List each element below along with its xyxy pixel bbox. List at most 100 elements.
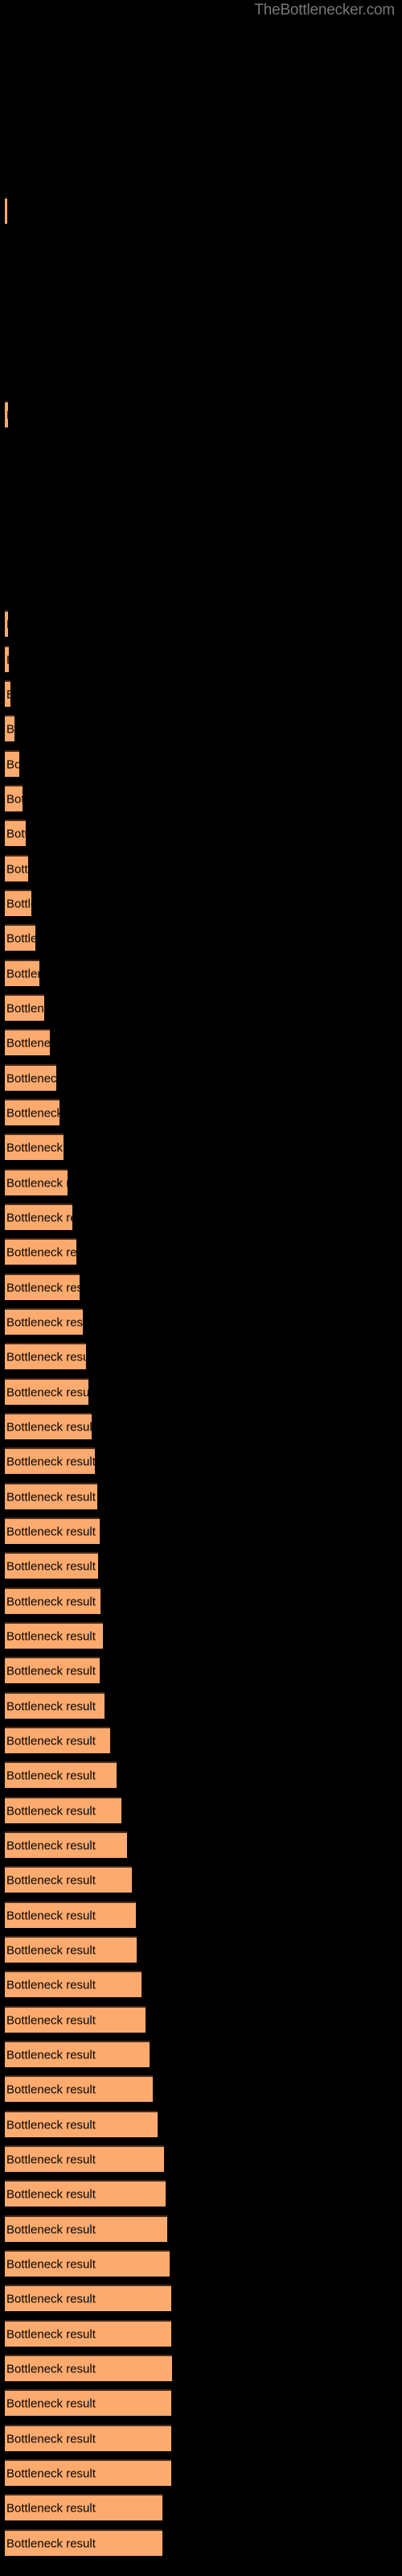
bar: Bottleneck result [5, 2285, 171, 2311]
bar: Bottleneck result [5, 785, 23, 811]
bar-label: Bottleneck result [6, 2013, 96, 2027]
bar-label: Bottleneck result [6, 1804, 96, 1818]
bar: Bottleneck result [5, 2425, 171, 2451]
bar-label: Bottleneck result [6, 1455, 95, 1468]
bar: Bottleneck result [5, 1657, 100, 1683]
bar-label: Bottleneck result [6, 1873, 96, 1887]
bar-label: Bottleneck result [6, 2467, 96, 2480]
bar: Bottleneck result [5, 2320, 171, 2347]
bar-label: Bottleneck result [6, 1769, 96, 1782]
bar: Bottleneck result [5, 715, 14, 741]
bar: Bottleneck result [5, 680, 10, 707]
bar-label: Bottleneck result [6, 1385, 88, 1399]
bar: Bottleneck result [5, 1901, 136, 1928]
bar-label: Bottleneck result [6, 1141, 64, 1154]
bar-label: Bottleneck result [6, 653, 9, 667]
bar-label: Bottleneck result [6, 2501, 96, 2515]
bar-label: Bottleneck result [6, 1315, 83, 1329]
bar-label: Bottleneck result [6, 2048, 96, 2062]
bar: Bottleneck result [5, 1692, 105, 1719]
bar: Bottleneck result [5, 1238, 76, 1265]
bar-label: Bottleneck result [6, 792, 23, 806]
bar: Bottleneck result [5, 1936, 137, 1963]
bar: Bottleneck result [5, 1413, 92, 1439]
bar-label: Bottleneck result [6, 1595, 96, 1608]
bar-label: Bottleneck result [6, 1036, 50, 1050]
bar: Bottleneck result [5, 1483, 97, 1509]
bar: Bottleneck result [5, 890, 31, 916]
bar-label: Bottleneck result [6, 1978, 96, 1992]
bar-label: Bottleneck result [6, 1420, 92, 1434]
bar: Bottleneck result [5, 2041, 150, 2067]
bar-label: Bottleneck result [6, 1176, 68, 1190]
bar-label: Bottleneck result [6, 758, 19, 771]
bar: Bottleneck result [5, 2006, 146, 2033]
bar: Bottleneck result [5, 2075, 153, 2102]
bar: Bottleneck result [5, 1971, 142, 1997]
bar-label: Bottleneck result [6, 687, 10, 701]
bar: Bottleneck result [5, 1797, 121, 1823]
bar: Bottleneck result [5, 819, 26, 846]
bar-label: Bottleneck result [6, 1734, 96, 1748]
bar: Bottleneck result [5, 610, 8, 637]
bar-label: Bottleneck result [6, 2362, 96, 2376]
bar: Bottleneck result [5, 1378, 88, 1405]
bar-label: Bottleneck result [6, 2187, 96, 2201]
bar: Bottleneck result [5, 1169, 68, 1195]
bar: Bottleneck result [5, 646, 9, 672]
bar: Bottleneck result [5, 1866, 132, 1893]
bar: Bottleneck result [5, 2494, 162, 2520]
chart-plot-area: Bottleneck result Bottleneck result Bottle… [0, 0, 402, 2576]
bar-label: Bottleneck result [6, 2432, 96, 2446]
bar: Bottleneck result [5, 1552, 98, 1579]
bar: Bottleneck result [5, 2111, 158, 2137]
bar-label: Bottleneck result [6, 2223, 96, 2236]
bar-label: Bottleneck result [6, 2327, 96, 2341]
bar: Bottleneck result [5, 960, 39, 986]
bar-label: Bottleneck result [6, 1106, 59, 1120]
bar-label: Bottleneck result [6, 1839, 96, 1852]
bar: Bottleneck result [5, 1622, 103, 1649]
bar: Bottleneck result [5, 1029, 50, 1055]
bar-label: Bottleneck result [6, 2292, 96, 2306]
bar-label: Bottleneck result [6, 408, 8, 422]
bar: Bottleneck result [5, 1308, 83, 1335]
bar-label: Bottleneck result [6, 2257, 96, 2271]
bar-label: Bottleneck result [6, 1909, 96, 1922]
bar-label: Bottleneck result [6, 2396, 96, 2410]
bar-label: Bottleneck result [6, 1699, 96, 1713]
bar: Bottleneck result [5, 1587, 100, 1614]
bar: Bottleneck result [5, 2529, 162, 2556]
bar-label: Bottleneck result [6, 1245, 76, 1259]
bar-label: Bottleneck result [6, 204, 7, 218]
bar-label: Bottleneck result [6, 897, 31, 910]
bar: Bottleneck result [5, 1064, 56, 1091]
bar: Bottleneck result [5, 2215, 167, 2242]
bar-label: Bottleneck result [6, 1071, 56, 1085]
bar-label: Bottleneck result [6, 1559, 96, 1573]
bar: Bottleneck result [5, 2389, 171, 2416]
bar-label: Bottleneck result [6, 2537, 96, 2550]
bar: Bottleneck result [5, 994, 44, 1021]
bar: Bottleneck result [5, 197, 7, 224]
bar: Bottleneck result [5, 2250, 170, 2277]
bar-label: Bottleneck result [6, 827, 26, 840]
bar-label: Bottleneck result [6, 2083, 96, 2096]
bar-label: Bottleneck result [6, 862, 28, 876]
bar: Bottleneck result [5, 1274, 80, 1300]
bar-label: Bottleneck result [6, 1629, 96, 1643]
bar: Bottleneck result [5, 1133, 64, 1160]
bar: Bottleneck result [5, 1099, 59, 1125]
bar-label: Bottleneck result [6, 1490, 96, 1504]
bar-label: Bottleneck result [6, 2118, 96, 2132]
bar: Bottleneck result [5, 401, 8, 427]
bar-label: Bottleneck result [6, 1001, 44, 1015]
bar: Bottleneck result [5, 2355, 172, 2381]
bar: Bottleneck result [5, 924, 35, 951]
bar: Bottleneck result [5, 2145, 164, 2172]
bar-label: Bottleneck result [6, 967, 39, 980]
bar: Bottleneck result [5, 855, 28, 881]
bar-label: Bottleneck result [6, 617, 8, 631]
bar-label: Bottleneck result [6, 2153, 96, 2166]
bar: Bottleneck result [5, 1831, 127, 1858]
